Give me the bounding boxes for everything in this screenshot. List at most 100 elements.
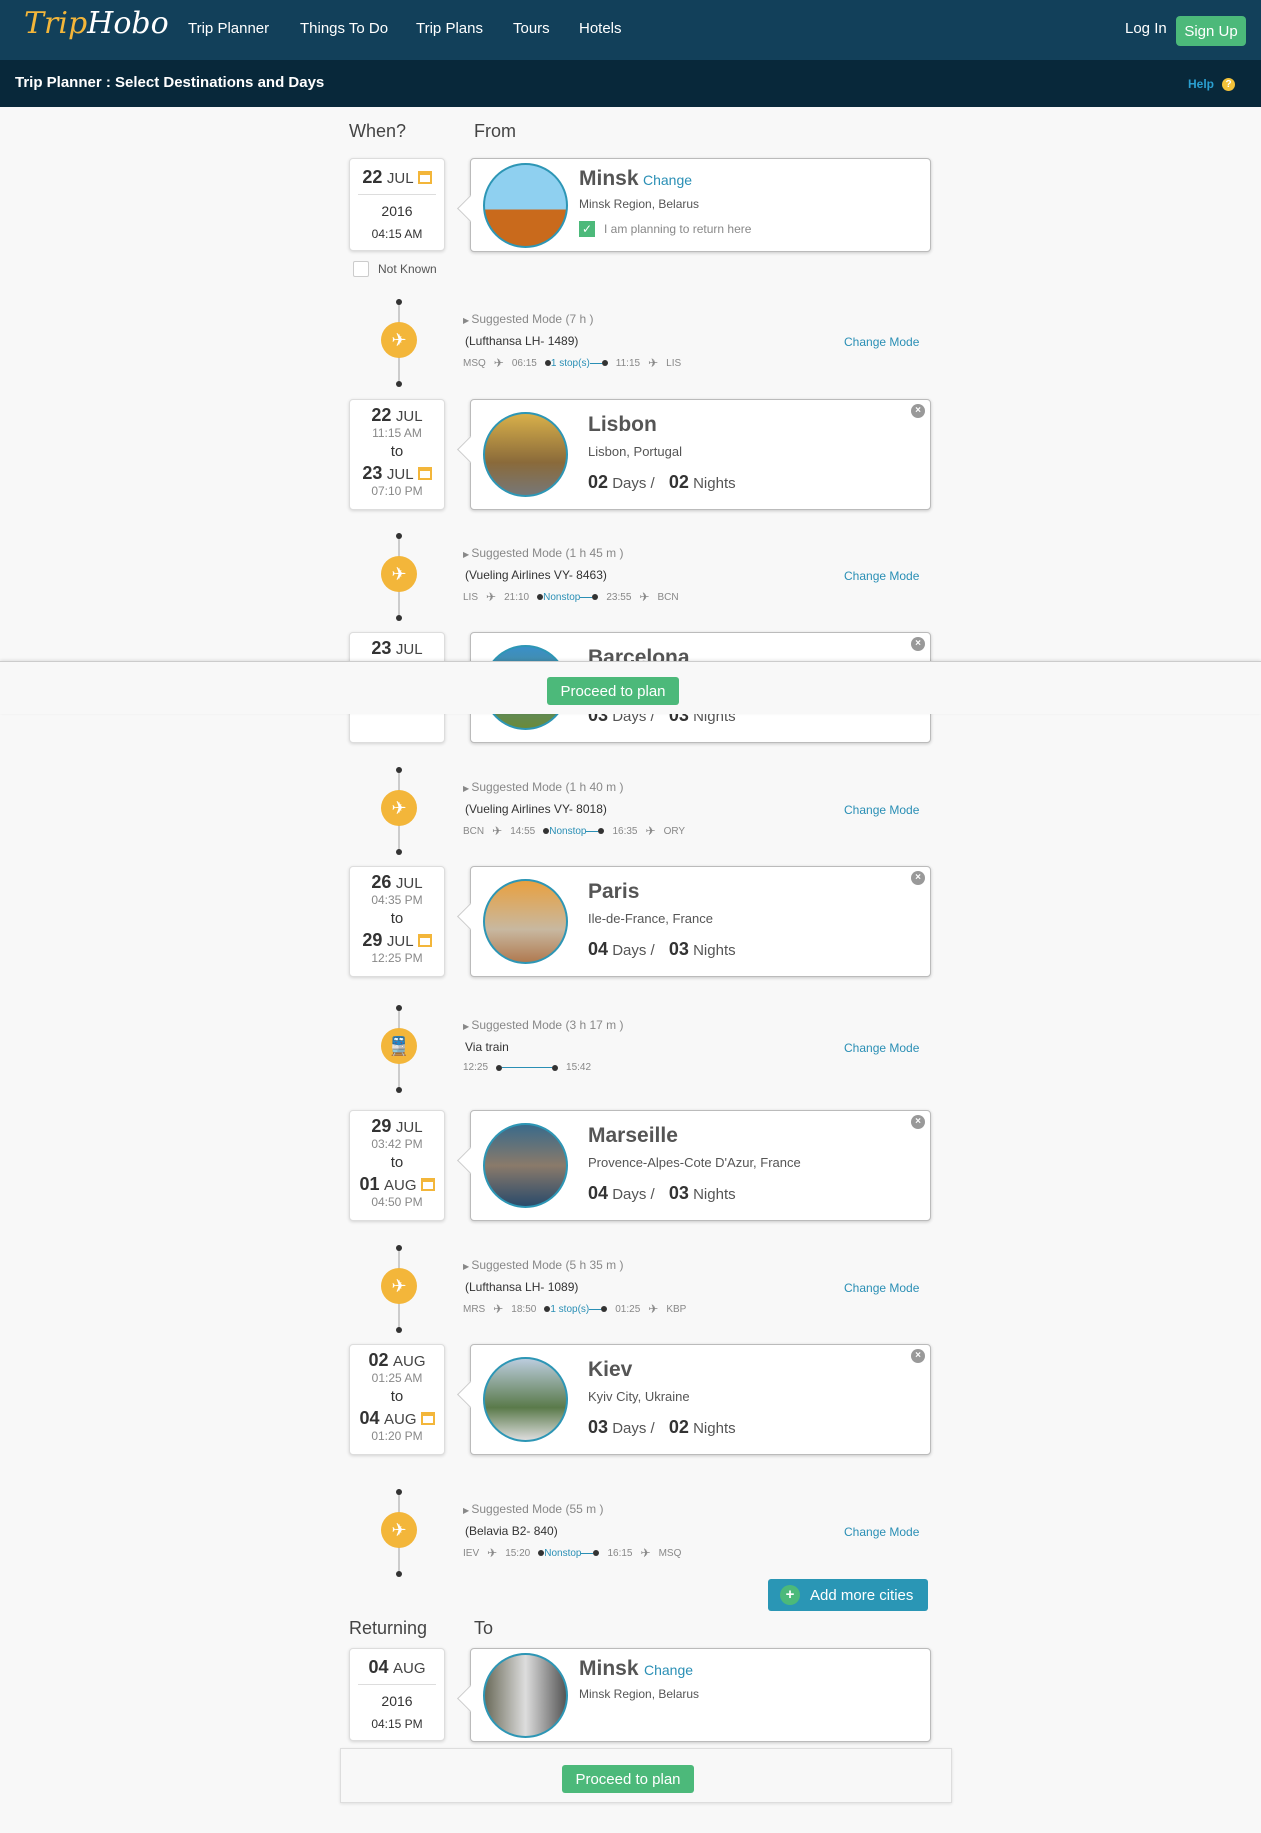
change-mode-link[interactable]: Change Mode (844, 1525, 919, 1539)
stay-duration[interactable]: 03 Days / 02 Nights (588, 1417, 736, 1438)
origin-city-name: Minsk (579, 167, 639, 190)
nights-count: 02 (668, 472, 689, 492)
change-mode-link[interactable]: Change Mode (844, 1041, 919, 1055)
not-known-checkbox[interactable] (353, 261, 369, 277)
arrival-month: JUL (395, 875, 423, 892)
stop-date-box[interactable]: 02 AUG 01:25 AM to 04 AUG 01:20 PM (349, 1344, 445, 1455)
carrier: (Belavia B2- 840) (465, 1524, 558, 1538)
stop-date-box[interactable]: 22 JUL 11:15 AM to 23 JUL 07:10 PM (349, 399, 445, 510)
return-date-box[interactable]: 04 AUG 2016 04:15 PM (349, 1648, 445, 1741)
add-more-label: Add more cities (810, 1586, 914, 1604)
change-mode-link[interactable]: Change Mode (844, 803, 919, 817)
suggested-mode[interactable]: ▶ Suggested Mode (1 h 45 m ) (463, 546, 623, 560)
days-count: 03 (588, 1417, 609, 1437)
stops-label[interactable]: Nonstop (544, 1548, 581, 1559)
city-image (483, 1123, 568, 1208)
nights-label: Nights (693, 942, 736, 959)
nav-trip-planner[interactable]: Trip Planner (188, 20, 269, 37)
help-link[interactable]: Help (1188, 77, 1214, 91)
return-here-checkbox[interactable]: ✓ (579, 221, 595, 237)
city-image (483, 879, 568, 964)
destination-code: MSQ (658, 1547, 682, 1559)
remove-city-icon[interactable]: × (911, 1349, 925, 1363)
sticky-proceed-button[interactable]: Proceed to plan (547, 677, 679, 705)
stops-label[interactable]: 1 stop(s) (550, 1304, 589, 1315)
remove-city-icon[interactable]: × (911, 404, 925, 418)
days-label: Days / (612, 942, 655, 959)
arrival-day: 29 (371, 1116, 392, 1136)
plane-icon: ✈ (381, 790, 417, 826)
suggested-mode[interactable]: ▶ Suggested Mode (5 h 35 m ) (463, 1258, 623, 1272)
connector-dot (396, 1489, 402, 1495)
departure-month: JUL (386, 466, 414, 483)
calendar-icon[interactable] (420, 1412, 435, 1425)
city-region: Provence-Alpes-Cote D'Azur, France (588, 1155, 801, 1170)
arrival-day: 22 (371, 405, 392, 425)
nav-things-to-do[interactable]: Things To Do (300, 20, 388, 37)
calendar-icon[interactable] (417, 467, 432, 480)
takeoff-icon: ✈ (492, 824, 503, 838)
nav-trip-plans[interactable]: Trip Plans (416, 20, 483, 37)
departure-date: 29 JUL (350, 930, 444, 951)
change-origin-link[interactable]: Change (643, 172, 692, 188)
signup-button[interactable]: Sign Up (1176, 16, 1246, 46)
calendar-icon[interactable] (417, 171, 432, 184)
nights-count: 03 (668, 939, 689, 959)
days-label: Days / (612, 475, 655, 492)
suggested-mode-label: Suggested Mode (471, 1502, 563, 1516)
stops-label[interactable]: Nonstop (543, 592, 580, 603)
departure-time: 12:25 (463, 1062, 489, 1073)
calendar-icon[interactable] (417, 934, 432, 947)
nav-hotels[interactable]: Hotels (579, 20, 622, 37)
stops-label[interactable]: Nonstop (549, 826, 586, 837)
arrival-time: 15:42 (566, 1062, 592, 1073)
plane-icon: ✈ (381, 1268, 417, 1304)
stop-date-box[interactable]: 26 JUL 04:35 PM to 29 JUL 12:25 PM (349, 866, 445, 977)
stay-duration[interactable]: 04 Days / 03 Nights (588, 939, 736, 960)
suggested-mode-label: Suggested Mode (471, 1258, 563, 1272)
stops-label[interactable]: 1 stop(s) (551, 358, 590, 369)
departure-day: 04 (359, 1408, 380, 1428)
return-city-card: Minsk Change Minsk Region, Belarus (470, 1648, 931, 1742)
suggested-mode[interactable]: ▶ Suggested Mode (1 h 40 m ) (463, 780, 623, 794)
departure-time: 01:20 PM (371, 1429, 423, 1443)
landing-icon: ✈ (645, 824, 656, 838)
stop-date-box[interactable]: 29 JUL 03:42 PM to 01 AUG 04:50 PM (349, 1110, 445, 1221)
suggested-mode[interactable]: ▶ Suggested Mode (7 h ) (463, 312, 593, 326)
change-mode-link[interactable]: Change Mode (844, 335, 919, 349)
change-return-link[interactable]: Change (644, 1662, 693, 1678)
calendar-icon[interactable] (420, 1178, 435, 1191)
stay-duration[interactable]: 04 Days / 03 Nights (588, 1183, 736, 1204)
remove-city-icon[interactable]: × (911, 637, 925, 651)
arrival-time: 11:15 AM (372, 426, 422, 440)
arrival-time: 04:35 PM (371, 893, 423, 907)
mode-duration: (5 h 35 m ) (565, 1258, 624, 1272)
departure-date: 04 AUG (350, 1408, 444, 1429)
stay-duration[interactable]: 02 Days / 02 Nights (588, 472, 736, 493)
login-link[interactable]: Log In (1125, 20, 1167, 37)
remove-city-icon[interactable]: × (911, 871, 925, 885)
arrival-time: 23:55 (606, 591, 632, 603)
start-date-box[interactable]: 22 JUL 2016 04:15 AM (349, 158, 445, 251)
to-label: to (390, 1154, 404, 1171)
triphobo-logo[interactable]: TripHobo (24, 6, 169, 41)
nights-count: 03 (668, 1183, 689, 1203)
suggested-mode[interactable]: ▶ Suggested Mode (3 h 17 m ) (463, 1018, 623, 1032)
help-icon[interactable]: ? (1222, 78, 1235, 91)
proceed-to-plan-button[interactable]: Proceed to plan (562, 1765, 694, 1793)
return-here-label: I am planning to return here (604, 222, 752, 236)
arrival-time: 01:25 AM (371, 1371, 423, 1385)
when-label: When? (349, 121, 407, 141)
suggested-mode[interactable]: ▶ Suggested Mode (55 m ) (463, 1502, 603, 1516)
arrival-date: 29 JUL (350, 1116, 444, 1137)
departure-time: 15:20 (505, 1547, 531, 1559)
remove-city-icon[interactable]: × (911, 1115, 925, 1129)
change-mode-link[interactable]: Change Mode (844, 569, 919, 583)
add-more-cities-button[interactable]: + Add more cities (768, 1579, 928, 1611)
route-segment (589, 1308, 602, 1310)
start-day: 22 (362, 167, 383, 187)
landing-icon: ✈ (648, 356, 659, 370)
plus-icon: + (780, 1585, 800, 1605)
change-mode-link[interactable]: Change Mode (844, 1281, 919, 1295)
nav-tours[interactable]: Tours (513, 20, 550, 37)
